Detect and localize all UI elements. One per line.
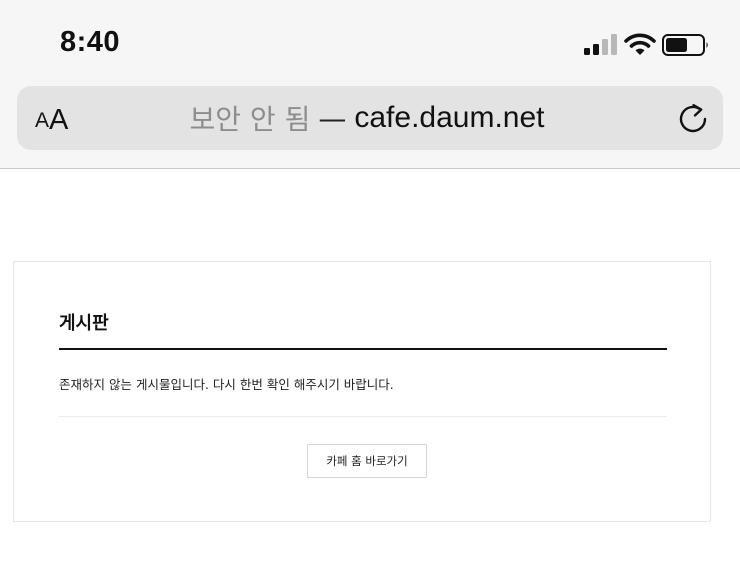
browser-chrome: 8:40 A A 보안 안 됨 — cafe.daum.net: [0, 0, 740, 169]
status-bar: 8:40: [0, 0, 740, 86]
not-found-message: 존재하지 않는 게시물입니다. 다시 한번 확인 해주시기 바랍니다.: [59, 377, 394, 392]
url-display[interactable]: 보안 안 됨 — cafe.daum.net: [107, 86, 627, 150]
url-separator: —: [318, 101, 347, 135]
text-size-button[interactable]: A A: [35, 98, 85, 138]
cafe-home-button[interactable]: 카페 홈 바로가기: [307, 444, 427, 478]
text-size-large-label: A: [49, 104, 69, 136]
battery-icon: [662, 34, 708, 56]
content-divider: [59, 416, 667, 417]
title-divider: [59, 348, 667, 350]
text-size-small-label: A: [35, 109, 50, 132]
security-warning: 보안 안 됨: [189, 103, 311, 136]
board-title: 게시판: [59, 313, 109, 334]
wifi-icon: [624, 33, 656, 55]
address-bar[interactable]: A A 보안 안 됨 — cafe.daum.net: [17, 86, 723, 150]
status-time: 8:40: [60, 26, 121, 58]
board-card: 게시판 존재하지 않는 게시물입니다. 다시 한번 확인 해주시기 바랍니다. …: [13, 261, 711, 522]
reload-icon[interactable]: [676, 102, 710, 136]
cellular-signal-icon: [584, 34, 617, 55]
url-domain: cafe.daum.net: [354, 101, 545, 134]
